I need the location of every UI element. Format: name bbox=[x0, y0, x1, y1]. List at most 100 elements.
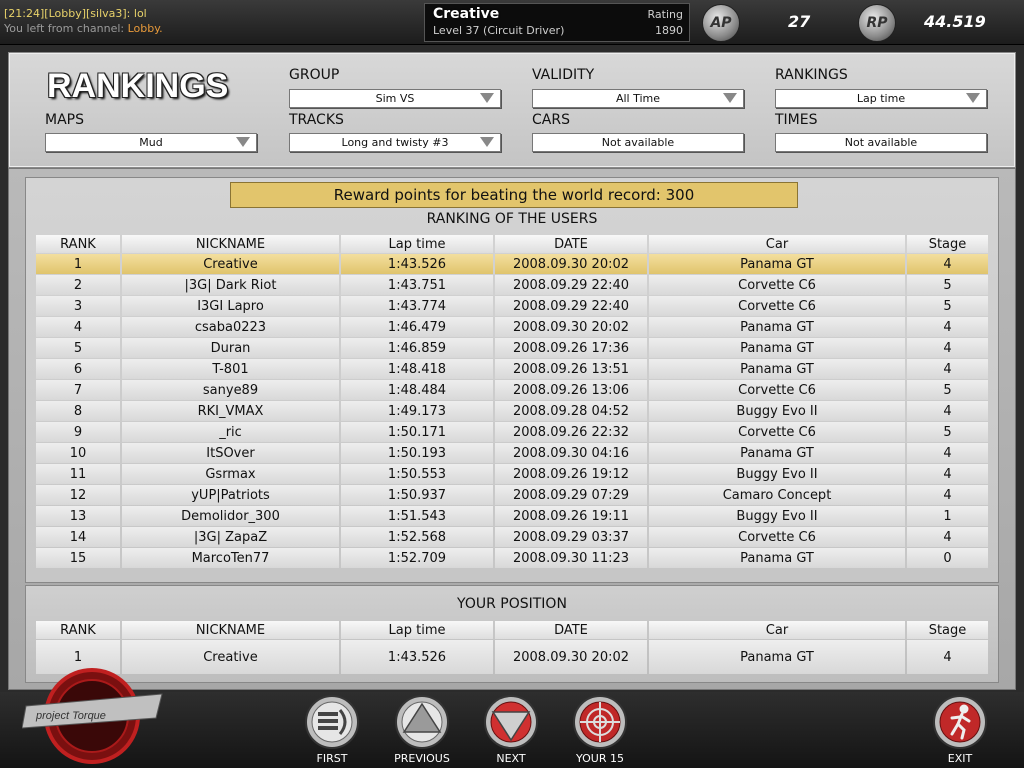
table-row[interactable]: 10 ItSOver 1:50.193 2008.09.30 04:16 Panama … bbox=[36, 443, 988, 463]
rank-cell: 12 bbox=[36, 485, 120, 505]
table-row[interactable]: 12 yUP|Patriots 1:50.937 2008.09.29 07:29 Ca… bbox=[36, 485, 988, 505]
stage-cell: 4 bbox=[907, 485, 988, 505]
rank-cell: 1 bbox=[36, 254, 120, 274]
nickname-cell: Duran bbox=[122, 338, 339, 358]
nickname-cell: |3G| Dark Riot bbox=[122, 275, 339, 295]
stage-cell: 5 bbox=[907, 296, 988, 316]
chevron-down-icon bbox=[723, 93, 737, 103]
date-cell: 2008.09.26 22:32 bbox=[495, 422, 647, 442]
table-row[interactable]: 14 |3G| ZapaZ 1:52.568 2008.09.29 03:37 Corv… bbox=[36, 527, 988, 547]
rp-points-value: 44.519 bbox=[924, 12, 986, 31]
stage-cell: 0 bbox=[907, 548, 988, 568]
car-col-header: Car bbox=[649, 621, 905, 639]
reward-banner: Reward points for beating the world reco… bbox=[230, 182, 798, 208]
stage-cell: 4 bbox=[907, 401, 988, 421]
rank-cell: 8 bbox=[36, 401, 120, 421]
cars-value: Not available bbox=[601, 136, 675, 149]
stage-cell: 1 bbox=[907, 506, 988, 526]
table-row[interactable]: 3 I3GI Lapro 1:43.774 2008.09.29 22:40 Corve… bbox=[36, 296, 988, 316]
table-row[interactable]: 1 Creative 1:43.526 2008.09.30 20:02 Panama … bbox=[36, 254, 988, 274]
table-row[interactable]: 6 T-801 1:48.418 2008.09.26 13:51 Panama GT 4 bbox=[36, 359, 988, 379]
lap-time-cell: 1:52.709 bbox=[341, 548, 493, 568]
date-cell: 2008.09.29 22:40 bbox=[495, 275, 647, 295]
chevron-down-icon bbox=[480, 93, 494, 103]
lap-time-cell: 1:46.479 bbox=[341, 317, 493, 337]
lap-time-cell: 1:43.526 bbox=[341, 640, 493, 674]
maps-dropdown[interactable]: Mud bbox=[45, 133, 257, 152]
lap-time-cell: 1:50.193 bbox=[341, 443, 493, 463]
chat-log: [21:24][Lobby][silva3]: lol You left fro… bbox=[4, 6, 163, 36]
stage-cell: 4 bbox=[907, 527, 988, 547]
nickname-cell: yUP|Patriots bbox=[122, 485, 339, 505]
car-cell: Panama GT bbox=[649, 254, 905, 274]
car-cell: Corvette C6 bbox=[649, 422, 905, 442]
rankings-dropdown[interactable]: Lap time bbox=[775, 89, 987, 108]
nickname-cell: Gsrmax bbox=[122, 464, 339, 484]
car-cell: Panama GT bbox=[649, 338, 905, 358]
nickname-cell: |3G| ZapaZ bbox=[122, 527, 339, 547]
your-position-table: RANK NICKNAME Lap time DATE Car Stage 1 Creati… bbox=[34, 620, 990, 675]
car-cell: Buggy Evo II bbox=[649, 506, 905, 526]
lap-time-col-header: Lap time bbox=[341, 621, 493, 639]
nickname-cell: _ric bbox=[122, 422, 339, 442]
project-torque-logo: project Torque bbox=[22, 668, 163, 764]
table-row[interactable]: 11 Gsrmax 1:50.553 2008.09.26 19:12 Buggy Ev… bbox=[36, 464, 988, 484]
lap-time-cell: 1:52.568 bbox=[341, 527, 493, 547]
group-dropdown[interactable]: Sim VS bbox=[289, 89, 501, 108]
group-value: Sim VS bbox=[375, 92, 415, 105]
first-page-button[interactable] bbox=[304, 694, 360, 750]
validity-dropdown[interactable]: All Time bbox=[532, 89, 744, 108]
lap-time-cell: 1:43.774 bbox=[341, 296, 493, 316]
nickname-cell: RKI_VMAX bbox=[122, 401, 339, 421]
date-cell: 2008.09.26 17:36 bbox=[495, 338, 647, 358]
times-label: TIMES bbox=[775, 112, 818, 128]
rank-cell: 4 bbox=[36, 317, 120, 337]
table-row[interactable]: 9 _ric 1:50.171 2008.09.26 22:32 Corvette C6… bbox=[36, 422, 988, 442]
table-row[interactable]: 7 sanye89 1:48.484 2008.09.26 13:06 Corvette… bbox=[36, 380, 988, 400]
nickname-cell: I3GI Lapro bbox=[122, 296, 339, 316]
maps-value: Mud bbox=[139, 136, 163, 149]
previous-page-button[interactable] bbox=[394, 694, 450, 750]
exit-button[interactable] bbox=[932, 694, 988, 750]
car-cell: Panama GT bbox=[649, 548, 905, 568]
ap-points-value: 27 bbox=[788, 12, 811, 31]
car-cell: Panama GT bbox=[649, 443, 905, 463]
lap-time-cell: 1:48.418 bbox=[341, 359, 493, 379]
nickname-cell: T-801 bbox=[122, 359, 339, 379]
table-row[interactable]: 15 MarcoTen77 1:52.709 2008.09.30 11:23 Pana… bbox=[36, 548, 988, 568]
table-row[interactable]: 2 |3G| Dark Riot 1:43.751 2008.09.29 22:40 C… bbox=[36, 275, 988, 295]
nickname-cell: csaba0223 bbox=[122, 317, 339, 337]
nickname-cell: MarcoTen77 bbox=[122, 548, 339, 568]
table-row[interactable]: 8 RKI_VMAX 1:49.173 2008.09.28 04:52 Buggy E… bbox=[36, 401, 988, 421]
chat-system-line: You left from channel: Lobby. bbox=[4, 22, 163, 35]
date-cell: 2008.09.30 04:16 bbox=[495, 443, 647, 463]
lap-time-cell: 1:43.526 bbox=[341, 254, 493, 274]
stage-col-header: Stage bbox=[907, 621, 988, 639]
nickname-cell: ItSOver bbox=[122, 443, 339, 463]
first-label: FIRST bbox=[316, 752, 348, 765]
date-cell: 2008.09.29 07:29 bbox=[495, 485, 647, 505]
stage-cell: 4 bbox=[907, 464, 988, 484]
validity-label: VALIDITY bbox=[532, 67, 595, 83]
table-row[interactable]: 4 csaba0223 1:46.479 2008.09.30 20:02 Panama… bbox=[36, 317, 988, 337]
date-cell: 2008.09.29 03:37 bbox=[495, 527, 647, 547]
date-cell: 2008.09.30 20:02 bbox=[495, 640, 647, 674]
stage-cell: 5 bbox=[907, 380, 988, 400]
date-col-header: DATE bbox=[495, 621, 647, 639]
times-value: Not available bbox=[844, 136, 918, 149]
times-field: Not available bbox=[775, 133, 987, 152]
table-row[interactable]: 5 Duran 1:46.859 2008.09.26 17:36 Panama GT 4 bbox=[36, 338, 988, 358]
exit-label: EXIT bbox=[947, 752, 973, 765]
date-cell: 2008.09.29 22:40 bbox=[495, 296, 647, 316]
table-row[interactable]: 13 Demolidor_300 1:51.543 2008.09.26 19:11 B… bbox=[36, 506, 988, 526]
rating-value: 1890 bbox=[655, 24, 683, 37]
your-15-button[interactable] bbox=[572, 694, 628, 750]
lap-time-cell: 1:43.751 bbox=[341, 275, 493, 295]
next-page-button[interactable] bbox=[483, 694, 539, 750]
chevron-down-icon bbox=[236, 137, 250, 147]
group-label: GROUP bbox=[289, 67, 340, 83]
tracks-dropdown[interactable]: Long and twisty #3 bbox=[289, 133, 501, 152]
rankings-panel: Reward points for beating the world reco… bbox=[8, 168, 1016, 690]
stage-cell: 4 bbox=[907, 254, 988, 274]
nickname-col-header: NICKNAME bbox=[122, 235, 339, 253]
